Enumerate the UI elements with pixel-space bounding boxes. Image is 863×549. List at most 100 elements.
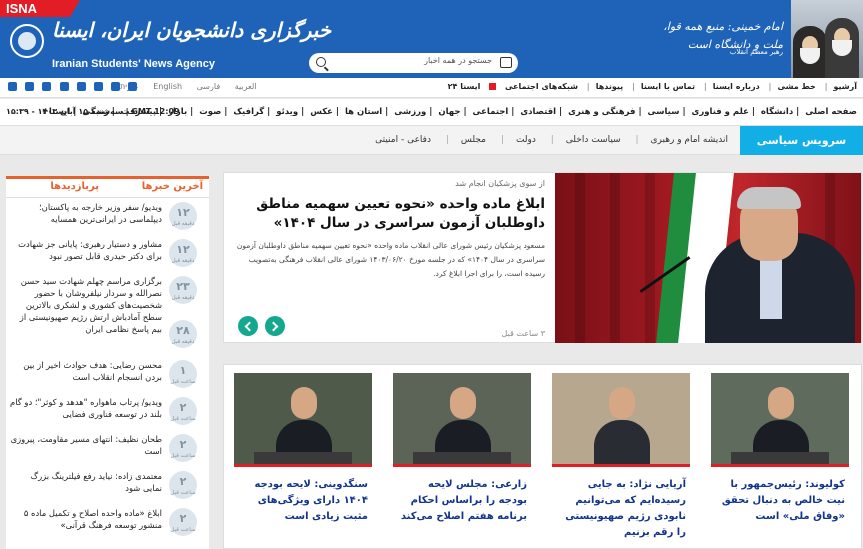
news-card-title[interactable]: زارعی: مجلس لایحه بودجه را براساس احکام …	[399, 477, 527, 525]
news-title[interactable]: ویدیو/ سفر وزیر خارجه به پاکستان؛ دیپلما…	[10, 201, 162, 225]
news-card-title[interactable]: کولیوند: رئیس‌جمهور با نیت خالص به دنبال…	[717, 477, 845, 525]
lang-arabic[interactable]: العربیة	[235, 82, 257, 91]
link-about[interactable]: درباره ایسنا	[713, 82, 760, 91]
nav-social[interactable]: اجتماعی	[473, 107, 509, 117]
windows-icon[interactable]	[8, 82, 17, 91]
time-badge: ۲ ساعت قبل	[169, 471, 197, 499]
news-card[interactable]: زارعی: مجلس لایحه بودجه را براساس احکام …	[393, 373, 531, 541]
apple-icon[interactable]	[93, 82, 103, 91]
leaders-image	[791, 0, 863, 78]
link-isna24[interactable]: ایسنا ۲۴	[448, 82, 481, 91]
subnav-government[interactable]: دولت	[516, 135, 536, 145]
list-item[interactable]: ۱۲ دقیقه قبل ویدیو/ سفر وزیر خارجه به پاک…	[6, 198, 209, 235]
tab-most-viewed[interactable]: پربازدیدها	[50, 181, 99, 192]
link-social[interactable]: شبکه‌های اجتماعی	[505, 82, 578, 91]
header-slogan-signature: رهبر معظم انقلاب	[729, 48, 783, 56]
nav-science[interactable]: علم و فناوری	[692, 107, 749, 117]
time-badge: ۲۸ دقیقه قبل	[169, 320, 197, 348]
sidebar-tabs: آخرین خبرها پربازدیدها	[6, 176, 209, 198]
list-item[interactable]: ۱ ساعت قبل محسن رضایی: هدف حوادث اخیر از …	[6, 356, 209, 393]
link-links[interactable]: پیوندها	[596, 82, 623, 91]
subnav-parliament[interactable]: مجلس	[461, 135, 486, 145]
rss-icon[interactable]	[25, 82, 35, 91]
jahad-logo-icon[interactable]	[10, 24, 44, 58]
chevron-left-icon[interactable]	[238, 316, 258, 336]
search-box[interactable]: جستجو در همه اخبار	[309, 53, 518, 73]
time-badge: ۲ ساعت قبل	[169, 397, 197, 425]
news-card-title[interactable]: آریایی نژاد: به جایی رسیده‌ایم که می‌توا…	[558, 477, 686, 541]
news-title[interactable]: ویدیو/ پرتاب ماهواره "هدهد و کوثر"؛ دو گ…	[10, 396, 162, 420]
subnav-defense[interactable]: دفاعی - امنیتی	[375, 135, 431, 145]
list-item[interactable]: ۲ ساعت قبل طحان نظیف: انتهای مسیر مقاومت،…	[6, 430, 209, 467]
search-input[interactable]: جستجو در همه اخبار	[424, 56, 492, 65]
news-title[interactable]: طحان نظیف: انتهای مسیر مقاومت، پیروزی اس…	[10, 433, 162, 457]
featured-kicker: از سوی پزشکیان انجام شد	[455, 179, 545, 188]
news-cards: کولیوند: رئیس‌جمهور با نیت خالص به دنبال…	[223, 364, 862, 549]
news-card[interactable]: سنگدوینی: لایحه بودجه ۱۴۰۴ دارای ویژگی‌ه…	[234, 373, 372, 541]
news-title[interactable]: معتمدی زاده: نیاید رفع فیلترینگ بزرگ نما…	[10, 470, 162, 494]
twitter-icon[interactable]	[111, 82, 121, 91]
search-icon[interactable]	[316, 57, 326, 67]
nav-politics[interactable]: سیاسی	[648, 107, 680, 117]
latest-news-sidebar: آخرین خبرها پربازدیدها ۱۲ دقیقه قبل ویدیو…	[6, 176, 209, 549]
brand-title-en[interactable]: Iranian Students' News Agency	[52, 58, 215, 70]
telegram-icon[interactable]	[59, 82, 69, 91]
time-badge: ۲۳ دقیقه قبل	[169, 276, 197, 304]
instagram-icon[interactable]	[42, 82, 52, 91]
nav-photo[interactable]: عکس	[310, 107, 333, 117]
list-item[interactable]: ۱۲ دقیقه قبل مشاور و دستیار رهبری: پایانی…	[6, 235, 209, 272]
isna-tab[interactable]: ISNA	[0, 0, 80, 17]
featured-news: از سوی پزشکیان انجام شد ابلاغ ماده واحده…	[223, 172, 862, 343]
link-contact[interactable]: تماس با ایسنا	[641, 82, 695, 91]
slider-arrows	[238, 316, 289, 339]
main-nav: صفحه اصلی | دانشگاه | علم و فناوری | سیا…	[0, 99, 863, 126]
featured-headline[interactable]: ابلاغ ماده واحده «نحوه تعیین سهمیه مناطق…	[235, 195, 545, 233]
time-badge: ۱ ساعت قبل	[169, 360, 197, 388]
list-item[interactable]: ۲ ساعت قبل معتمدی زاده: نیاید رفع فیلترین…	[6, 467, 209, 504]
list-item[interactable]: ۲ ساعت قبل ویدیو/ پرتاب ماهواره "هدهد و ک…	[6, 393, 209, 430]
list-item[interactable]: ۲ ساعت قبل ابلاغ «ماده واحده اصلاح و تکمی…	[6, 504, 209, 541]
top-links-bar: آرشیو| خط مشی| درباره ایسنا| تماس با ایس…	[0, 78, 863, 98]
nav-home[interactable]: صفحه اصلی	[805, 107, 857, 117]
tab-latest[interactable]: آخرین خبرها	[142, 181, 203, 192]
android-icon[interactable]	[76, 82, 86, 91]
site-header: ISNA خبرگزاری دانشجویان ایران، ایسنا Ira…	[0, 0, 863, 78]
chevron-right-icon[interactable]	[265, 316, 286, 336]
news-card-title[interactable]: سنگدوینی: لایحه بودجه ۱۴۰۴ دارای ویژگی‌ه…	[240, 477, 368, 525]
nav-world[interactable]: جهان	[438, 107, 460, 117]
list-item[interactable]: ۲۸ دقیقه قبل	[6, 316, 209, 356]
nav-economy[interactable]: اقتصادی	[520, 107, 556, 117]
subnav-domestic[interactable]: سیاست داخلی	[566, 135, 621, 145]
nav-university[interactable]: دانشگاه	[761, 107, 793, 117]
news-title[interactable]: محسن رضایی: هدف حوادث اخیر از بین بردن ا…	[10, 359, 162, 383]
featured-photo[interactable]	[555, 173, 861, 343]
nav-sports[interactable]: ورزشی	[394, 107, 426, 117]
subnav-imam[interactable]: اندیشه امام و رهبری	[651, 135, 728, 145]
service-title[interactable]: سرویس سیاسی	[740, 126, 863, 155]
nav-audio[interactable]: صوت	[199, 107, 221, 117]
news-card[interactable]: آریایی نژاد: به جایی رسیده‌ایم که می‌توا…	[552, 373, 690, 541]
calendar-icon[interactable]	[500, 57, 512, 68]
news-title[interactable]: ابلاغ «ماده واحده اصلاح و تکمیل ماده ۵ م…	[10, 507, 162, 531]
lang-farsi[interactable]: فارسی	[197, 82, 221, 91]
nav-graphic[interactable]: گرافیک	[233, 107, 264, 117]
news-card[interactable]: کولیوند: رئیس‌جمهور با نیت خالص به دنبال…	[711, 373, 849, 541]
list-item[interactable]: ۲۳ دقیقه قبل برگزاری مراسم چهلم شهادت سید…	[6, 272, 209, 334]
time-badge: ۱۲ دقیقه قبل	[169, 202, 197, 230]
nav-culture[interactable]: فرهنگی و هنری	[568, 107, 635, 117]
service-bar: سرویس سیاسی اندیشه امام و رهبری| سیاست د…	[0, 126, 863, 155]
link-archive[interactable]: آرشیو	[834, 82, 858, 91]
news-card-image[interactable]	[393, 373, 531, 467]
news-card-image[interactable]	[552, 373, 690, 467]
brand-title-fa[interactable]: خبرگزاری دانشجویان ایران، ایسنا	[52, 18, 331, 42]
nav-provinces[interactable]: استان ها	[345, 107, 382, 117]
news-card-image[interactable]	[234, 373, 372, 467]
time-badge: ۲ ساعت قبل	[169, 508, 197, 536]
top-links: آرشیو| خط مشی| درباره ایسنا| تماس با ایس…	[447, 82, 858, 91]
news-title[interactable]: مشاور و دستیار رهبری: پایانی جز شهادت بر…	[10, 238, 162, 262]
news-card-image[interactable]	[711, 373, 849, 467]
lang-english[interactable]: English	[153, 82, 182, 91]
facebook-icon[interactable]	[128, 82, 138, 91]
link-policy[interactable]: خط مشی	[777, 82, 815, 91]
nav-video[interactable]: ویدئو	[276, 107, 298, 117]
